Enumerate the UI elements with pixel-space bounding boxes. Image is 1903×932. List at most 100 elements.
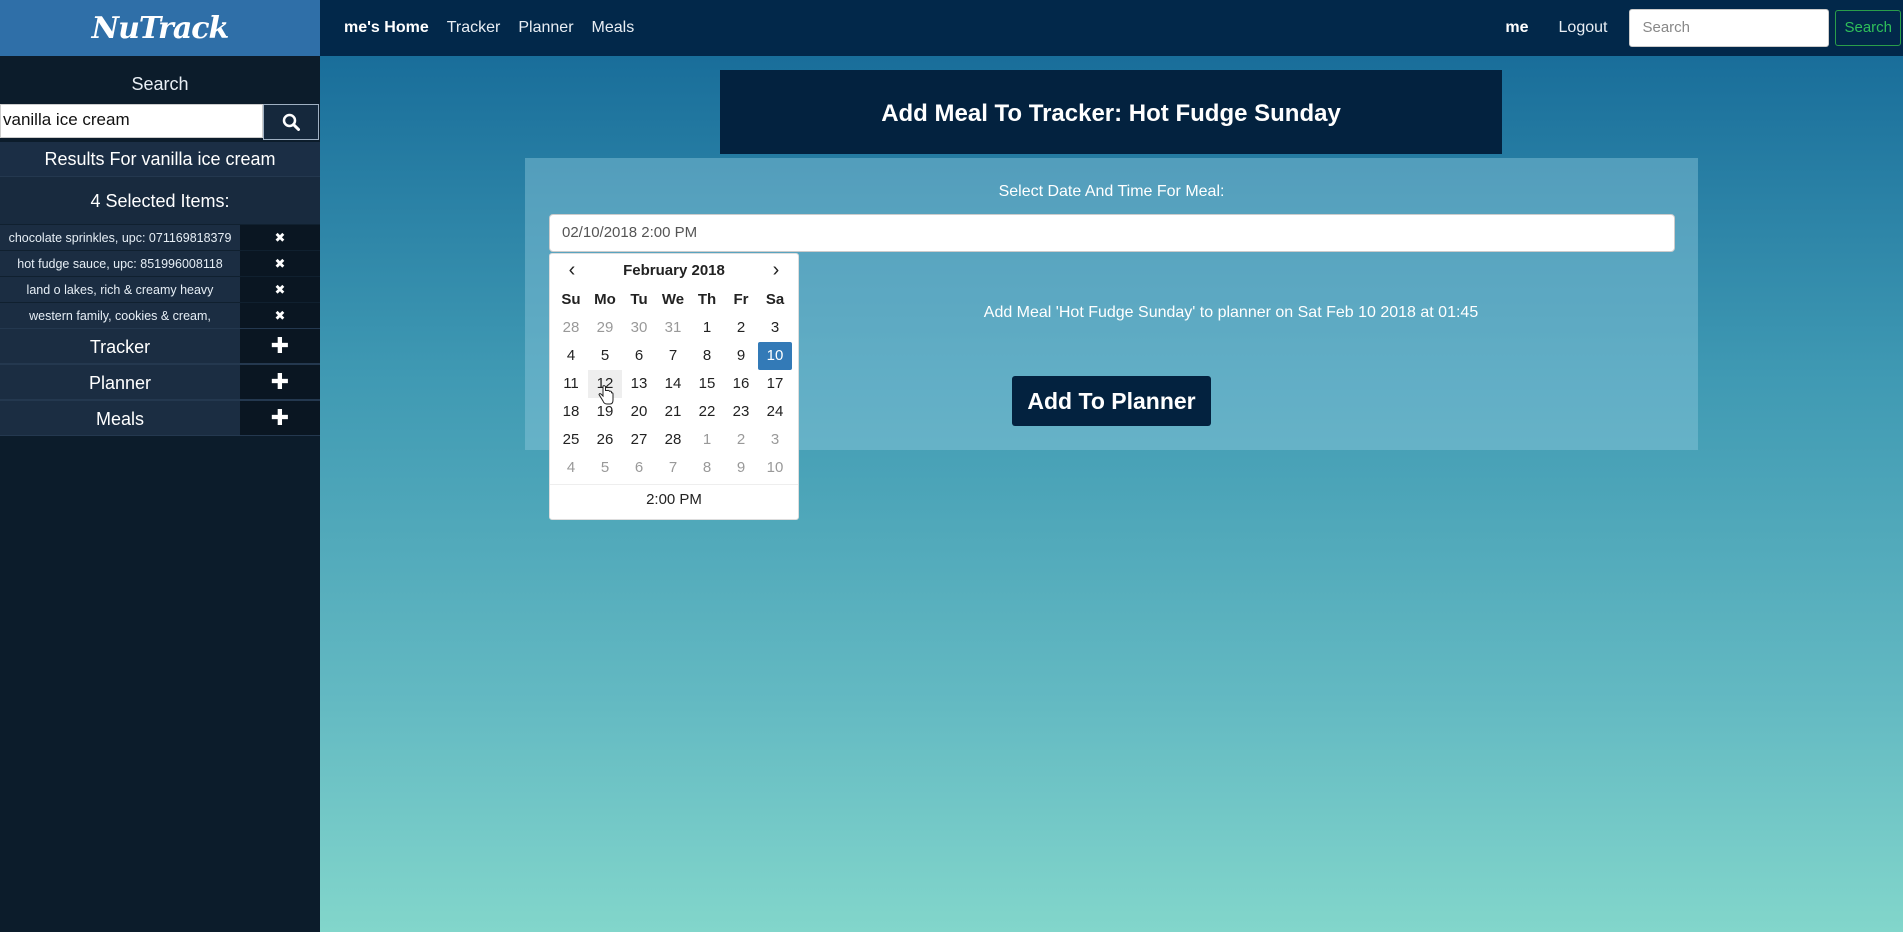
selected-item-label: hot fudge sauce, upc: 851996008118 [0, 251, 240, 276]
add-to-planner-button[interactable]: Add To Planner [1012, 376, 1211, 426]
calendar-day[interactable]: 28 [554, 314, 588, 342]
calendar-weekday-label: Su [561, 291, 581, 308]
nav-planner-link[interactable]: Planner [518, 19, 573, 37]
sidebar-section-tracker[interactable]: Tracker ✚ [0, 328, 320, 364]
selected-items-header: 4 Selected Items: [0, 176, 320, 224]
date-time-input[interactable]: 02/10/2018 2:00 PM [549, 214, 1675, 252]
calendar-weekday-label: Tu [630, 291, 648, 308]
nav-home-link[interactable]: me's Home [344, 19, 429, 37]
nav-search-input[interactable]: Search [1629, 9, 1830, 47]
sidebar-section-label[interactable]: Planner [0, 365, 240, 399]
calendar-month-title[interactable]: February 2018 [623, 262, 725, 279]
calendar-day[interactable]: 6 [622, 342, 656, 370]
calendar-day[interactable]: 17 [758, 370, 792, 398]
calendar-day[interactable]: 21 [656, 398, 690, 426]
brand-text[interactable]: NuTrack [92, 11, 230, 46]
calendar-day[interactable]: 29 [588, 314, 622, 342]
calendar-weekday-label: Sa [765, 291, 785, 308]
calendar-day[interactable]: 28 [656, 426, 690, 454]
calendar-day[interactable]: 5 [588, 454, 622, 482]
nav-user-link[interactable]: me [1505, 19, 1528, 37]
calendar-day[interactable]: 20 [622, 398, 656, 426]
calendar-day[interactable]: 22 [690, 398, 724, 426]
remove-item-button[interactable]: ✖ [240, 225, 320, 250]
calendar-day[interactable]: 10 [758, 454, 792, 482]
time-picker-toggle[interactable]: 2:00 PM [550, 484, 798, 515]
calendar-day[interactable]: 9 [724, 342, 758, 370]
nav-links: me's Home Tracker Planner Meals [320, 19, 652, 37]
calendar-day[interactable]: 10 [758, 342, 792, 370]
calendar-day[interactable]: 2 [724, 426, 758, 454]
results-label: Results For vanilla ice cream [0, 142, 320, 176]
sidebar-section-meals[interactable]: Meals ✚ [0, 400, 320, 436]
sidebar-search-label: Search [131, 74, 189, 94]
remove-item-button[interactable]: ✖ [240, 251, 320, 276]
calendar-day[interactable]: 26 [588, 426, 622, 454]
calendar-day[interactable]: 3 [758, 426, 792, 454]
calendar-day[interactable]: 7 [656, 454, 690, 482]
calendar-header: ‹ February 2018 › [550, 254, 798, 286]
calendar-day[interactable]: 13 [622, 370, 656, 398]
calendar-day[interactable]: 18 [554, 398, 588, 426]
calendar-day[interactable]: 8 [690, 342, 724, 370]
calendar-day[interactable]: 8 [690, 454, 724, 482]
calendar-weekday-label: Th [697, 291, 717, 308]
calendar-grid: Su Mo Tu We Th Fr Sa 28 29 30 31 1 2 3 4 5 6 7 8 9 10 11 12 13 1… [550, 286, 798, 482]
hand-cursor-icon [598, 385, 614, 405]
calendar-day[interactable]: 23 [724, 398, 758, 426]
calendar-day[interactable]: 30 [622, 314, 656, 342]
nav-tracker-link[interactable]: Tracker [447, 19, 501, 37]
selected-item-label: land o lakes, rich & creamy heavy [0, 277, 240, 302]
calendar-day[interactable]: 14 [656, 370, 690, 398]
calendar-day[interactable]: 2 [724, 314, 758, 342]
prev-month-button[interactable]: ‹ [562, 259, 582, 282]
calendar-day[interactable]: 5 [588, 342, 622, 370]
sidebar-search-button[interactable] [263, 104, 319, 140]
sidebar-section-label[interactable]: Meals [0, 401, 240, 435]
selected-item: hot fudge sauce, upc: 851996008118 ✖ [0, 250, 320, 276]
calendar-weekday-label: Fr [733, 291, 749, 308]
calendar-day[interactable]: 4 [554, 342, 588, 370]
calendar-day[interactable]: 27 [622, 426, 656, 454]
calendar-day[interactable]: 16 [724, 370, 758, 398]
next-month-button[interactable]: › [766, 259, 786, 282]
selected-item-label: chocolate sprinkles, upc: 071169818379 [0, 225, 240, 250]
brand-logo[interactable]: NuTrack [0, 0, 320, 56]
selected-item: western family, cookies & cream, ✖ [0, 302, 320, 328]
sidebar-search-input[interactable]: vanilla ice cream [0, 104, 263, 138]
page-title: Add Meal To Tracker: Hot Fudge Sunday [720, 70, 1502, 154]
calendar-day[interactable]: 24 [758, 398, 792, 426]
nav-user-area: me Logout Search Search [1505, 0, 1903, 56]
calendar-day[interactable]: 3 [758, 314, 792, 342]
expand-meals-button[interactable]: ✚ [240, 401, 320, 435]
calendar-day[interactable]: 6 [622, 454, 656, 482]
expand-planner-button[interactable]: ✚ [240, 365, 320, 399]
calendar-day[interactable]: 7 [656, 342, 690, 370]
calendar-day[interactable]: 1 [690, 314, 724, 342]
calendar-day[interactable]: 11 [554, 370, 588, 398]
expand-tracker-button[interactable]: ✚ [240, 329, 320, 363]
remove-item-button[interactable]: ✖ [240, 277, 320, 302]
logout-link[interactable]: Logout [1559, 19, 1608, 37]
sidebar-search-row: vanilla ice cream [0, 104, 320, 140]
calendar-day[interactable]: 25 [554, 426, 588, 454]
calendar-day[interactable]: 31 [656, 314, 690, 342]
calendar-day[interactable]: 1 [690, 426, 724, 454]
search-icon [282, 113, 300, 131]
date-label: Select Date And Time For Meal: [998, 183, 1225, 200]
sidebar-section-planner[interactable]: Planner ✚ [0, 364, 320, 400]
selected-item: chocolate sprinkles, upc: 071169818379 ✖ [0, 224, 320, 250]
selected-item: land o lakes, rich & creamy heavy ✖ [0, 276, 320, 302]
date-picker-popup: ‹ February 2018 › Su Mo Tu We Th Fr Sa 28 29 30 31… [549, 253, 799, 520]
calendar-weekday-label: We [661, 291, 685, 308]
nav-meals-link[interactable]: Meals [592, 19, 635, 37]
nav-search-button[interactable]: Search [1835, 10, 1901, 46]
calendar-day[interactable]: 9 [724, 454, 758, 482]
sidebar-section-label[interactable]: Tracker [0, 329, 240, 363]
sidebar: NuTrack Search vanilla ice cream Results… [0, 0, 320, 932]
calendar-day[interactable]: 4 [554, 454, 588, 482]
selected-item-label: western family, cookies & cream, [0, 303, 240, 328]
remove-item-button[interactable]: ✖ [240, 303, 320, 328]
calendar-day[interactable]: 15 [690, 370, 724, 398]
calendar-weekday-label: Mo [594, 291, 616, 308]
